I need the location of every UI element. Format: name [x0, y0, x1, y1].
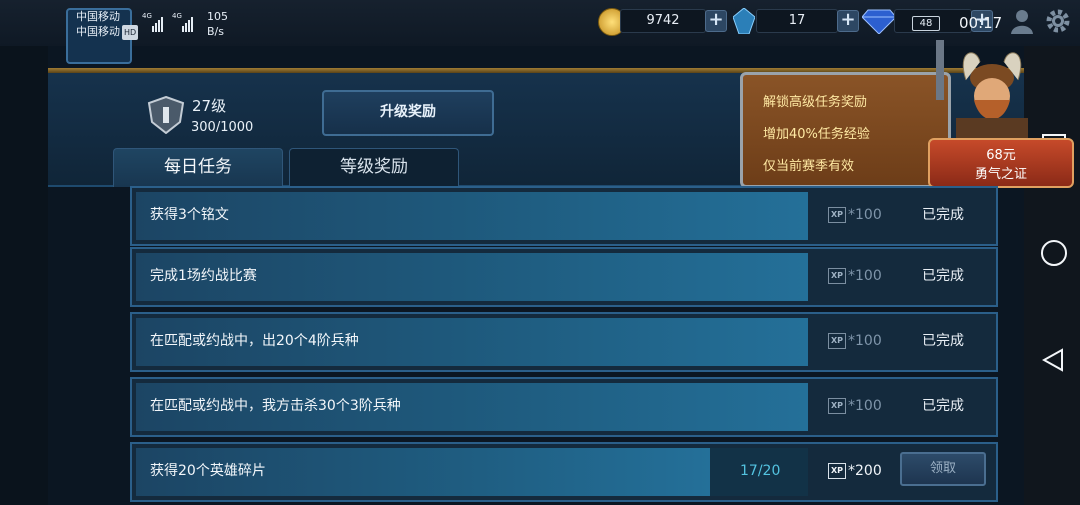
- viking-character-image: [936, 40, 1046, 140]
- tab-level-rewards[interactable]: 等级奖励: [289, 148, 459, 187]
- xp-reward: *100: [848, 268, 882, 284]
- gold-amount: 9742: [620, 9, 706, 33]
- net-speed-value: 105: [207, 10, 228, 23]
- upgrade-reward-button[interactable]: 升级奖励: [322, 90, 494, 136]
- crystal-icon: [732, 7, 756, 35]
- profile-icon[interactable]: [1010, 8, 1034, 34]
- add-crystal-button[interactable]: +: [837, 10, 859, 32]
- tab-daily-tasks[interactable]: 每日任务: [113, 148, 283, 187]
- left-panel: [0, 46, 48, 505]
- completed-status: 已完成: [922, 333, 964, 349]
- xp-icon: XP: [828, 398, 846, 414]
- task-title: 获得20个英雄碎片: [150, 463, 266, 479]
- diamond-icon: [861, 8, 897, 35]
- xp-progress: 300/1000: [191, 120, 254, 135]
- task-title: 完成1场约战比赛: [150, 268, 257, 284]
- clock: 00:17: [959, 14, 1003, 32]
- task-title: 在匹配或约战中，我方击杀30个3阶兵种: [150, 398, 401, 414]
- hd-badge: HD: [122, 25, 139, 40]
- settings-icon[interactable]: [1045, 8, 1071, 34]
- perk-2: 增加40%任务经验: [763, 127, 870, 142]
- task-progress: 17/20: [740, 463, 781, 479]
- task-title: 获得3个铭文: [150, 207, 229, 223]
- net-speed-unit: B/s: [207, 25, 224, 38]
- item-name: 勇气之证: [974, 167, 1027, 182]
- task-row: 获得20个英雄碎片 17/20 XP *200 领取: [130, 442, 998, 502]
- task-title: 在匹配或约战中，出20个4阶兵种: [150, 333, 359, 349]
- xp-icon: XP: [828, 207, 846, 223]
- xp-reward: *100: [848, 333, 882, 349]
- task-progress-fill: [136, 192, 808, 240]
- battery-icon: 48: [912, 16, 940, 31]
- completed-status: 已完成: [922, 268, 964, 284]
- xp-icon: XP: [828, 333, 846, 349]
- crystal-amount: 17: [756, 9, 838, 33]
- task-row: 完成1场约战比赛 XP *100 已完成: [130, 247, 998, 307]
- task-row: 在匹配或约战中，我方击杀30个3阶兵种 XP *100 已完成: [130, 377, 998, 437]
- completed-status: 已完成: [922, 398, 964, 414]
- task-row: 获得3个铭文 XP *100 已完成: [130, 186, 998, 246]
- perk-1: 解锁高级任务奖励: [763, 95, 868, 110]
- task-row: 在匹配或约战中，出20个4阶兵种 XP *100 已完成: [130, 312, 998, 372]
- completed-status: 已完成: [922, 207, 964, 223]
- xp-reward: *200: [848, 463, 882, 479]
- claim-button[interactable]: 领取: [900, 452, 986, 486]
- price: 68元: [986, 148, 1016, 163]
- back-nav-icon[interactable]: [1041, 348, 1064, 372]
- signal-2-icon: 4G: [172, 12, 198, 34]
- carrier-1: 中国移动: [76, 10, 120, 23]
- carrier-2: 中国移动 HD: [76, 25, 139, 40]
- price-tag[interactable]: 68元 勇气之证: [928, 138, 1074, 188]
- xp-reward: *100: [848, 398, 882, 414]
- level-label: 27级: [192, 97, 227, 115]
- home-nav-icon[interactable]: [1041, 240, 1067, 266]
- xp-icon: XP: [828, 268, 846, 284]
- perk-3: 仅当前赛季有效: [763, 159, 855, 174]
- add-gold-button[interactable]: +: [705, 10, 727, 32]
- level-shield-icon: [146, 95, 186, 135]
- xp-reward: *100: [848, 207, 882, 223]
- xp-icon: XP: [828, 463, 846, 479]
